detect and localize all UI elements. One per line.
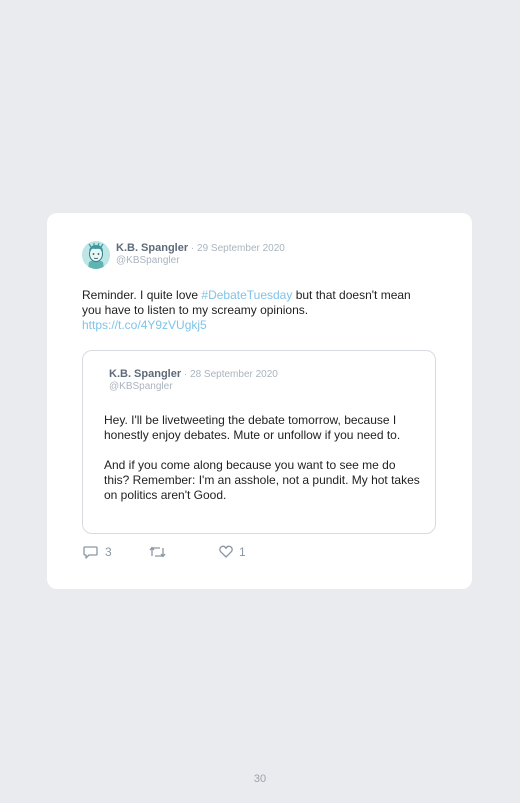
retweet-button[interactable] (149, 544, 167, 560)
author-name[interactable]: K.B. Spangler (116, 242, 188, 254)
tweet-text: Reminder. I quite love #DebateTuesday bu… (82, 288, 427, 333)
quoted-author-handle[interactable]: @KBSpangler (109, 381, 173, 393)
page-number: 30 (253, 773, 267, 785)
heart-icon (219, 545, 233, 558)
tweet-date[interactable]: 29 September 2020 (197, 243, 285, 254)
quoted-paragraph-1: Hey. I'll be livetweeting the debate tom… (104, 413, 401, 442)
date-separator: · (188, 243, 198, 254)
like-button[interactable]: 1 (219, 544, 249, 560)
like-count: 1 (239, 545, 246, 559)
retweet-icon (149, 546, 166, 558)
quoted-tweet-header: K.B. Spangler · 28 September 2020 (109, 368, 278, 381)
tweet-card: K.B. Spangler · 29 September 2020 @KBSpa… (47, 213, 472, 589)
quoted-tweet-text: Hey. I'll be livetweeting the debate tom… (104, 413, 424, 518)
reply-count: 3 (105, 545, 112, 559)
author-avatar[interactable] (82, 241, 110, 269)
author-handle[interactable]: @KBSpangler (116, 255, 180, 267)
tweet-url-link[interactable]: https://t.co/4Y9zVUgkj5 (82, 318, 207, 332)
hashtag-link[interactable]: #DebateTuesday (201, 288, 292, 302)
avatar-illustration-icon (82, 241, 110, 269)
quoted-paragraph-2: And if you come along because you want t… (104, 458, 420, 502)
reply-button[interactable]: 3 (83, 544, 117, 560)
tweet-header: K.B. Spangler · 29 September 2020 (116, 242, 285, 255)
quoted-tweet-date[interactable]: 28 September 2020 (190, 369, 278, 380)
quoted-tweet[interactable]: K.B. Spangler · 28 September 2020 @KBSpa… (82, 350, 436, 534)
quoted-date-separator: · (181, 369, 191, 380)
tweet-text-start: Reminder. I quite love (82, 288, 202, 302)
quoted-author-name[interactable]: K.B. Spangler (109, 368, 181, 380)
reply-icon (83, 546, 98, 559)
